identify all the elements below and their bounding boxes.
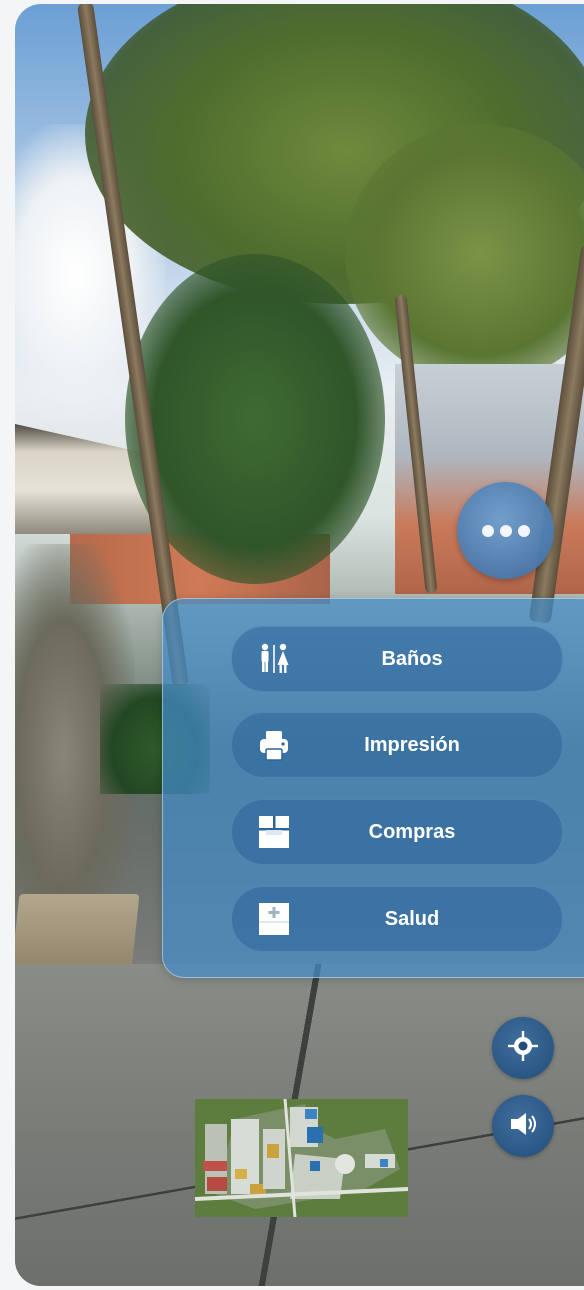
printer-icon [256,727,292,763]
more-dots-icon [517,524,530,537]
menu-item-salud[interactable]: Salud [231,886,563,952]
speaker-icon [506,1107,540,1146]
category-menu-panel: Baños Impresión Compras Salud [162,598,584,978]
shop-icon [256,814,292,850]
menu-item-banos[interactable]: Baños [231,626,563,692]
menu-item-impresion[interactable]: Impresión [231,712,563,778]
audio-button[interactable] [492,1095,554,1157]
campus-minimap[interactable] [195,1099,408,1217]
crosshair-icon [506,1029,540,1068]
more-dots-icon [481,524,494,537]
menu-toggle-button[interactable] [457,482,554,579]
recenter-button[interactable] [492,1017,554,1079]
menu-item-compras[interactable]: Compras [231,799,563,865]
medical-icon [256,901,292,937]
more-dots-icon [499,524,512,537]
restroom-icon [256,641,292,677]
